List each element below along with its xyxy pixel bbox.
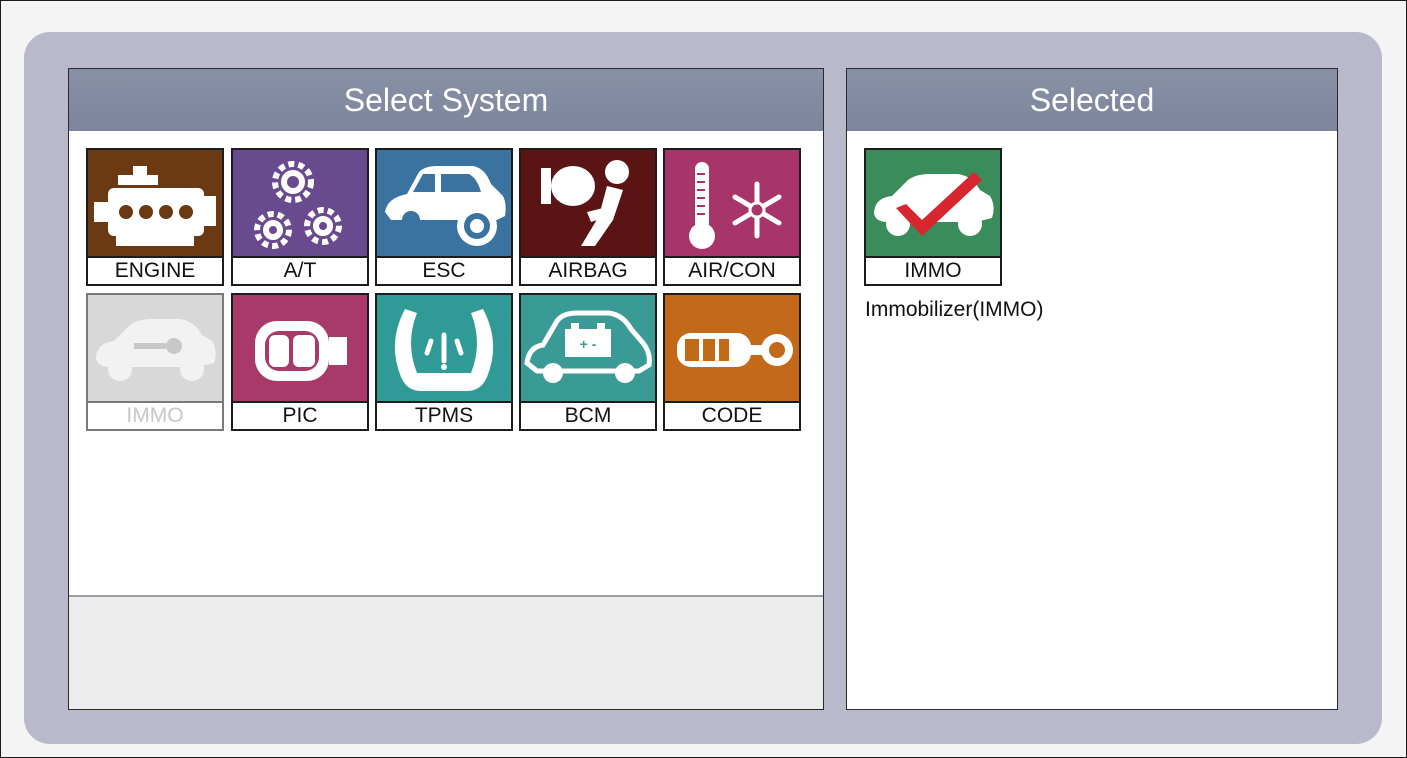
smart-key-icon <box>233 295 367 405</box>
car-battery-icon: + - <box>521 295 655 405</box>
car-brake-icon <box>377 150 511 260</box>
engine-icon <box>88 150 222 260</box>
tire-pressure-icon <box>377 295 511 405</box>
system-label: AIR/CON <box>665 256 799 284</box>
select-system-title: Select System <box>69 69 823 131</box>
system-tile-aircon[interactable]: AIR/CON <box>663 148 801 286</box>
gears-icon <box>233 150 367 260</box>
car-key-icon <box>88 295 222 405</box>
system-label: A/T <box>233 256 367 284</box>
car-checkmark-icon <box>866 150 1000 260</box>
system-label: TPMS <box>377 401 511 429</box>
key-fob-icon <box>665 295 799 405</box>
thermometer-snowflake-icon <box>665 150 799 260</box>
system-label: CODE <box>665 401 799 429</box>
selected-label: IMMO <box>866 256 1000 284</box>
selected-tile-immo[interactable]: IMMO <box>864 148 1002 286</box>
system-label: PIC <box>233 401 367 429</box>
select-system-footer <box>69 595 823 709</box>
system-tile-airbag[interactable]: AIRBAG <box>519 148 657 286</box>
system-tile-immo: IMMO <box>86 293 224 431</box>
system-tile-engine[interactable]: ENGINE <box>86 148 224 286</box>
system-tile-pic[interactable]: PIC <box>231 293 369 431</box>
system-label: IMMO <box>88 401 222 429</box>
system-tile-at[interactable]: A/T <box>231 148 369 286</box>
system-tile-tpms[interactable]: TPMS <box>375 293 513 431</box>
system-label: ESC <box>377 256 511 284</box>
system-label: ENGINE <box>88 256 222 284</box>
system-tile-esc[interactable]: ESC <box>375 148 513 286</box>
selected-description: Immobilizer(IMMO) <box>865 298 1044 321</box>
selected-title: Selected <box>847 69 1337 131</box>
system-tile-code[interactable]: CODE <box>663 293 801 431</box>
system-label: AIRBAG <box>521 256 655 284</box>
system-tile-bcm[interactable]: + - BCM <box>519 293 657 431</box>
svg-text:+ -: + - <box>580 336 597 352</box>
airbag-icon <box>521 150 655 260</box>
system-label: BCM <box>521 401 655 429</box>
